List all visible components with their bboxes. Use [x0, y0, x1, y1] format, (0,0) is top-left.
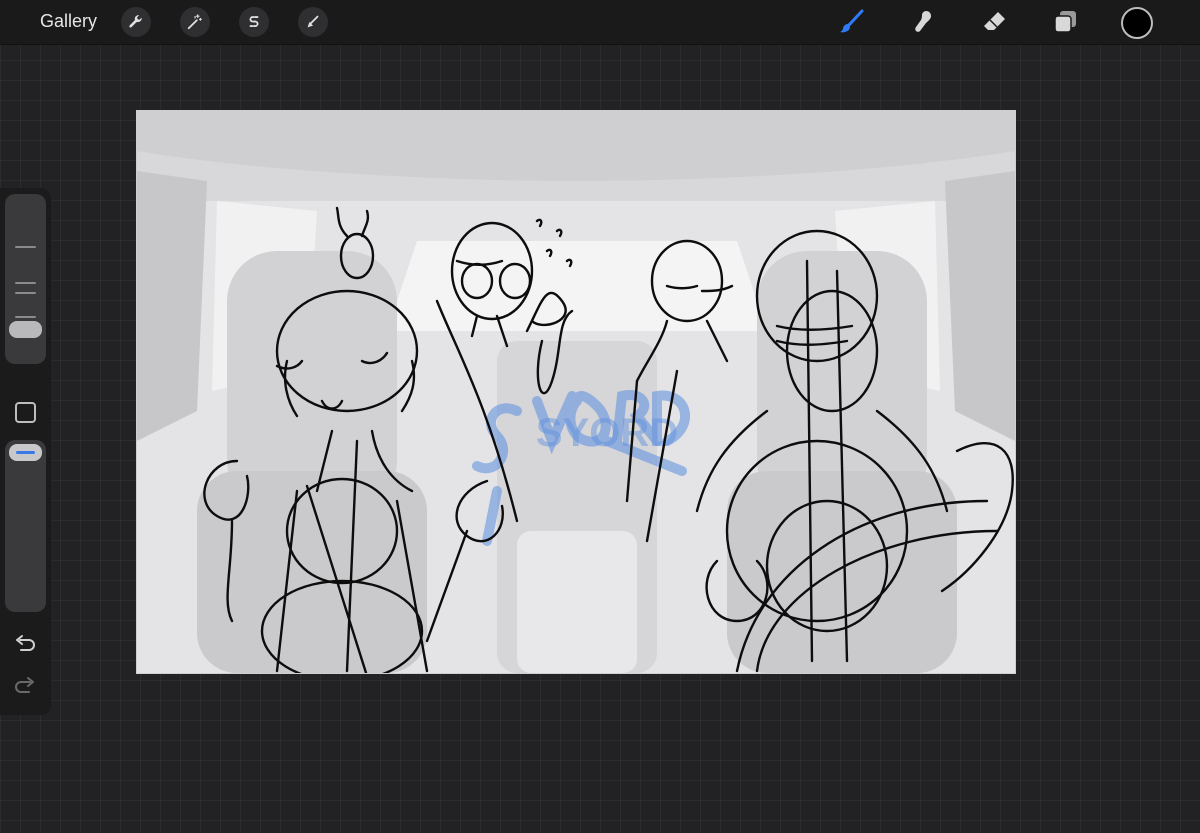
top-toolbar: Gallery — [0, 0, 1200, 45]
size-tick — [15, 316, 36, 318]
transform-arrow-icon[interactable] — [298, 7, 328, 37]
brush-opacity-thumb[interactable] — [9, 444, 42, 461]
brush-size-slider[interactable] — [5, 194, 46, 364]
gallery-button[interactable]: Gallery — [40, 11, 97, 32]
modify-button[interactable] — [15, 402, 36, 423]
watermark-text: SYORD — [536, 411, 678, 455]
selection-s-icon[interactable] — [239, 7, 269, 37]
color-picker-swatch[interactable] — [1121, 7, 1153, 39]
left-sidebar — [0, 188, 51, 715]
magic-wand-icon[interactable] — [180, 7, 210, 37]
smudge-icon[interactable] — [909, 8, 937, 36]
brush-size-thumb[interactable] — [9, 321, 42, 339]
layers-icon[interactable] — [1052, 8, 1080, 36]
brush-icon[interactable] — [838, 8, 866, 36]
brush-opacity-slider[interactable] — [5, 440, 46, 612]
redo-icon[interactable] — [12, 676, 38, 698]
size-tick — [15, 292, 36, 294]
eraser-icon[interactable] — [981, 8, 1009, 36]
size-tick — [15, 282, 36, 284]
wrench-icon[interactable] — [121, 7, 151, 37]
opacity-accent-line — [16, 451, 35, 454]
size-tick — [15, 246, 36, 248]
sketch-layer: SYORD — [203, 206, 1014, 673]
drawing-canvas[interactable]: SYORD — [137, 111, 1015, 673]
undo-icon[interactable] — [12, 634, 38, 656]
